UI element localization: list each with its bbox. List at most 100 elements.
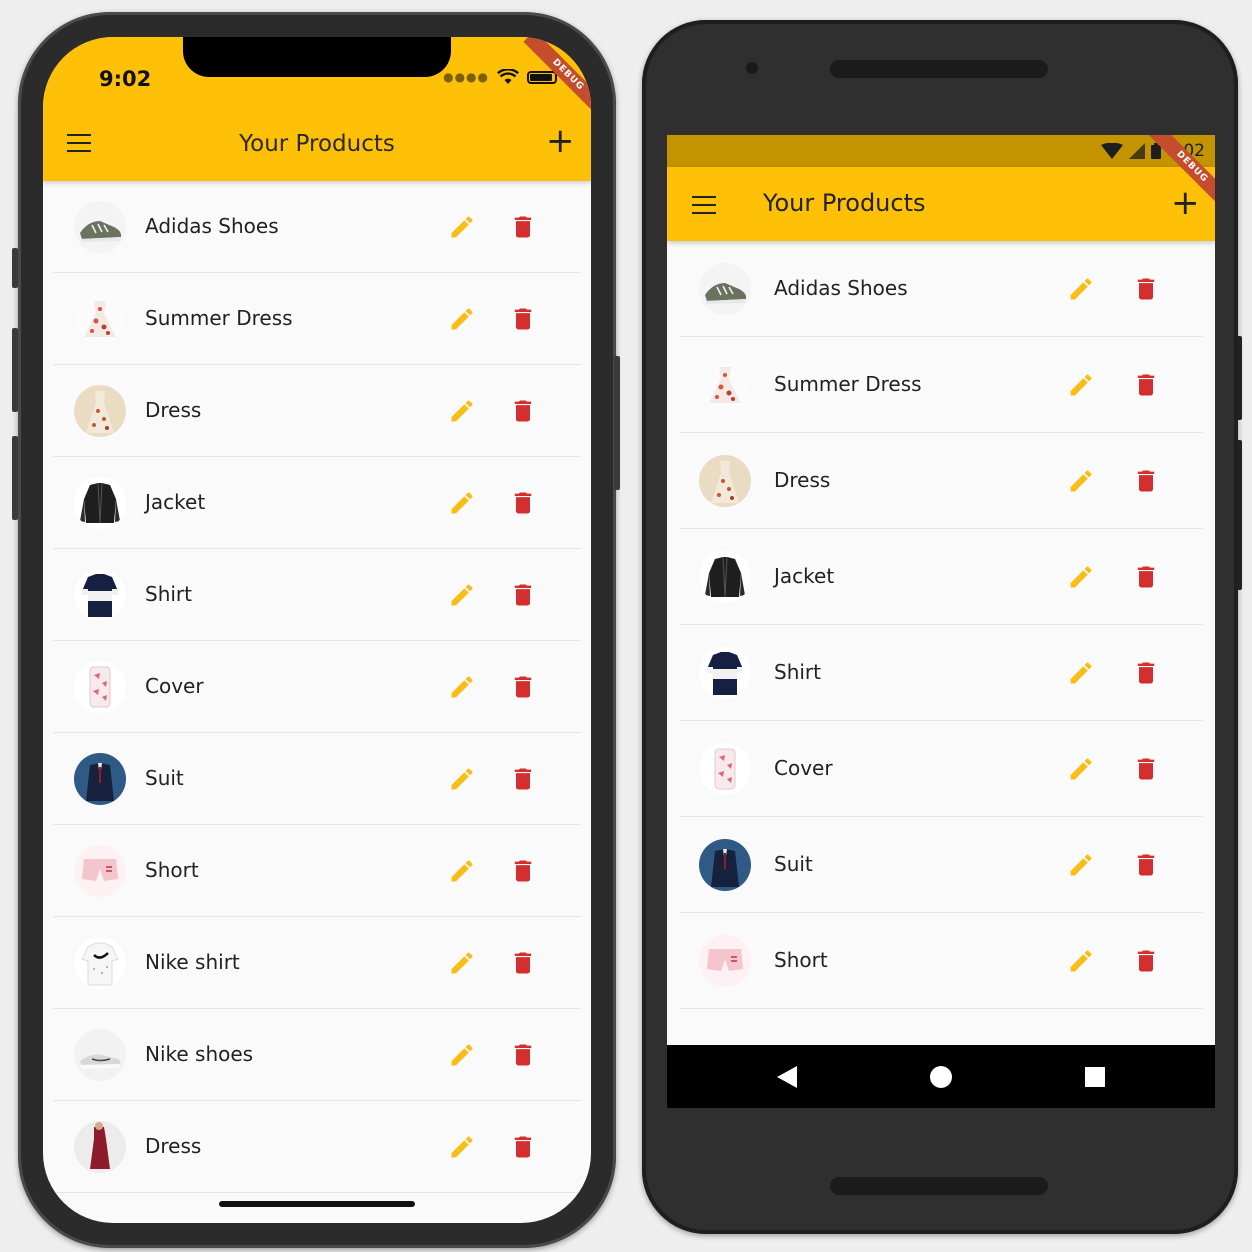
delete-icon[interactable] xyxy=(1132,563,1160,591)
product-row[interactable]: Dress xyxy=(43,365,591,457)
delete-icon[interactable] xyxy=(1132,371,1160,399)
edit-icon[interactable] xyxy=(1067,467,1095,495)
product-row[interactable]: Jacket xyxy=(667,529,1215,625)
home-icon[interactable] xyxy=(930,1066,952,1088)
product-name: Nike shoes xyxy=(145,1042,254,1066)
product-thumbnail xyxy=(699,263,751,315)
product-name: Summer Dress xyxy=(774,372,922,396)
status-bar: 9:02 xyxy=(667,135,1215,167)
battery-icon xyxy=(527,70,557,84)
edit-icon[interactable] xyxy=(448,949,476,977)
delete-icon[interactable] xyxy=(1132,947,1160,975)
wifi-icon xyxy=(497,69,519,84)
navigation-bar xyxy=(667,1045,1215,1108)
edit-icon[interactable] xyxy=(448,397,476,425)
product-row[interactable]: Short xyxy=(43,825,591,917)
recents-icon[interactable] xyxy=(1085,1067,1105,1087)
product-row[interactable]: Nike shoes xyxy=(43,1009,591,1101)
product-row[interactable]: Shirt xyxy=(667,625,1215,721)
product-name: Adidas Shoes xyxy=(145,214,279,238)
edit-icon[interactable] xyxy=(1067,275,1095,303)
edit-icon[interactable] xyxy=(1067,659,1095,687)
product-row[interactable]: Short xyxy=(667,913,1215,1009)
android-device: 9:02 DEBUG Your Products + Adidas ShoesS… xyxy=(642,20,1242,1234)
home-indicator[interactable] xyxy=(219,1201,415,1207)
delete-icon[interactable] xyxy=(509,765,537,793)
speaker-grille-top xyxy=(830,60,1048,78)
product-thumbnail xyxy=(699,647,751,699)
delete-icon[interactable] xyxy=(509,213,537,241)
front-camera xyxy=(746,62,758,74)
product-row[interactable]: Jacket xyxy=(43,457,591,549)
status-time: 9:02 xyxy=(99,67,152,91)
page-title: Your Products xyxy=(239,131,395,157)
edit-icon[interactable] xyxy=(448,489,476,517)
product-thumbnail xyxy=(699,743,751,795)
back-icon[interactable] xyxy=(777,1066,797,1088)
product-thumbnail xyxy=(74,661,126,713)
product-row[interactable]: Suit xyxy=(667,817,1215,913)
product-name: Short xyxy=(145,858,199,882)
product-row[interactable]: Adidas Shoes xyxy=(43,181,591,273)
product-name: Dress xyxy=(145,398,202,422)
edit-icon[interactable] xyxy=(448,1041,476,1069)
delete-icon[interactable] xyxy=(509,397,537,425)
delete-icon[interactable] xyxy=(509,489,537,517)
edit-icon[interactable] xyxy=(1067,947,1095,975)
product-row[interactable]: Dress xyxy=(43,1101,591,1193)
android-screen: 9:02 DEBUG Your Products + Adidas ShoesS… xyxy=(667,135,1215,1108)
edit-icon[interactable] xyxy=(448,1133,476,1161)
delete-icon[interactable] xyxy=(509,581,537,609)
product-row[interactable]: Suit xyxy=(43,733,591,825)
product-thumbnail xyxy=(699,839,751,891)
product-row[interactable]: Cover xyxy=(667,721,1215,817)
edit-icon[interactable] xyxy=(1067,563,1095,591)
product-thumbnail xyxy=(74,385,126,437)
add-product-button[interactable]: + xyxy=(1171,183,1200,223)
add-product-button[interactable]: + xyxy=(546,121,575,161)
delete-icon[interactable] xyxy=(1132,659,1160,687)
delete-icon[interactable] xyxy=(509,673,537,701)
edit-icon[interactable] xyxy=(448,857,476,885)
delete-icon[interactable] xyxy=(509,305,537,333)
ios-screen: DEBUG 9:02 ●●●● Your Products + Adidas S… xyxy=(43,37,591,1223)
delete-icon[interactable] xyxy=(1132,275,1160,303)
product-row[interactable]: Summer Dress xyxy=(43,273,591,365)
delete-icon[interactable] xyxy=(509,857,537,885)
edit-icon[interactable] xyxy=(448,213,476,241)
delete-icon[interactable] xyxy=(1132,755,1160,783)
status-icons: ●●●● xyxy=(443,69,557,85)
delete-icon[interactable] xyxy=(1132,851,1160,879)
product-row[interactable]: Nike shirt xyxy=(43,917,591,1009)
product-row[interactable]: Summer Dress xyxy=(667,337,1215,433)
product-row[interactable]: Dress xyxy=(667,433,1215,529)
product-list: Adidas Shoes Summer Dress Dress Jacket Shirt… xyxy=(667,241,1215,1009)
edit-icon[interactable] xyxy=(448,673,476,701)
edit-icon[interactable] xyxy=(1067,755,1095,783)
product-row[interactable]: Adidas Shoes xyxy=(667,241,1215,337)
edit-icon[interactable] xyxy=(448,765,476,793)
delete-icon[interactable] xyxy=(509,949,537,977)
product-name: Jacket xyxy=(145,490,206,514)
product-thumbnail xyxy=(74,569,126,621)
delete-icon[interactable] xyxy=(509,1041,537,1069)
delete-icon[interactable] xyxy=(1132,467,1160,495)
edit-icon[interactable] xyxy=(1067,851,1095,879)
product-thumbnail xyxy=(699,359,751,411)
edit-icon[interactable] xyxy=(448,305,476,333)
edit-icon[interactable] xyxy=(448,581,476,609)
product-thumbnail xyxy=(699,455,751,507)
product-thumbnail xyxy=(74,201,126,253)
menu-icon[interactable] xyxy=(692,196,716,214)
product-row[interactable]: Shirt xyxy=(43,549,591,641)
edit-icon[interactable] xyxy=(1067,371,1095,399)
row-divider xyxy=(53,1192,581,1193)
cell-signal-icon xyxy=(1128,143,1145,159)
product-name: Nike shirt xyxy=(145,950,240,974)
product-row[interactable]: Cover xyxy=(43,641,591,733)
product-name: Shirt xyxy=(774,660,821,684)
product-list: Adidas Shoes Summer Dress Dress Jacket Shirt… xyxy=(43,181,591,1193)
delete-icon[interactable] xyxy=(509,1133,537,1161)
product-name: Cover xyxy=(145,674,204,698)
product-name: Suit xyxy=(774,852,813,876)
